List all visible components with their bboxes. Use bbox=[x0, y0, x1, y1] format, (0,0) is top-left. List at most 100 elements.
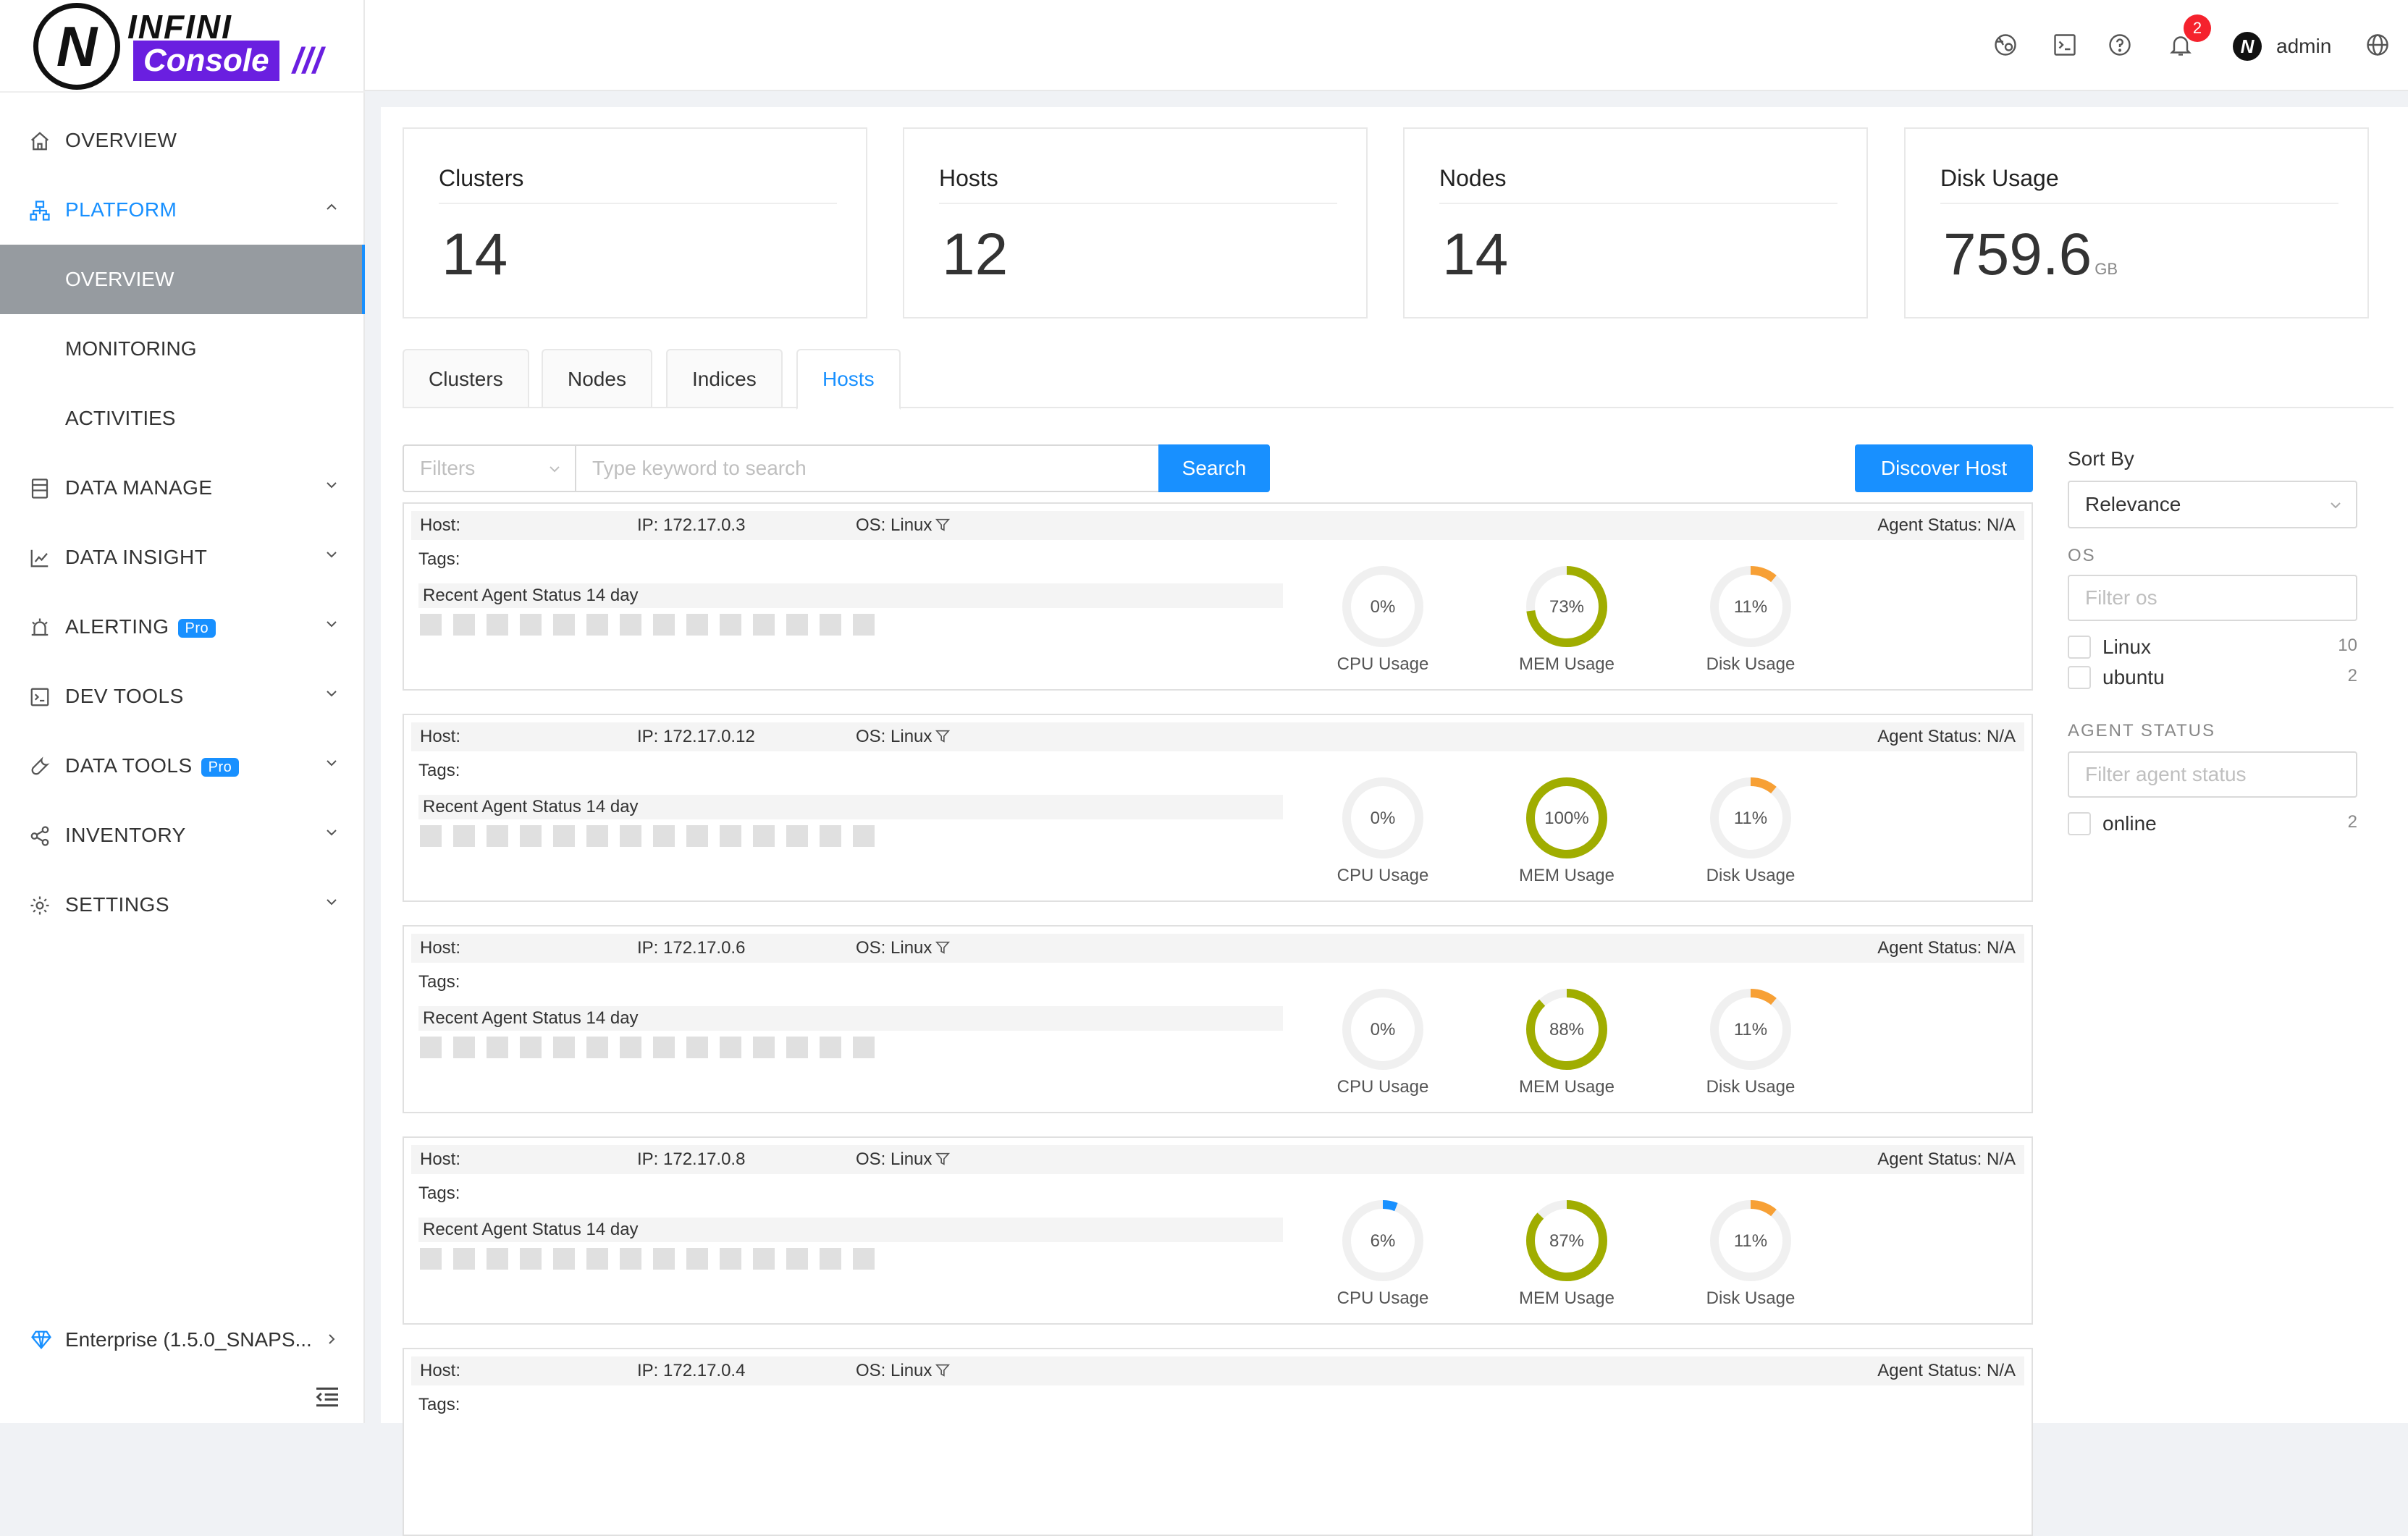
cpu-usage-gauge: 6% bbox=[1342, 1200, 1423, 1281]
console-icon[interactable] bbox=[2052, 32, 2078, 58]
sidebar-subitem-monitoring[interactable]: MONITORING bbox=[0, 314, 365, 384]
agent-status-day bbox=[686, 1037, 708, 1058]
sidebar-item-data-insight[interactable]: DATA INSIGHT bbox=[0, 523, 365, 592]
sidebar-subitem-overview[interactable]: OVERVIEW bbox=[0, 245, 365, 314]
disk-usage-label: Disk Usage bbox=[1706, 1288, 1796, 1308]
notification-count-badge: 2 bbox=[2184, 14, 2211, 42]
stat-value: 759.6 GB bbox=[1943, 221, 2118, 287]
agent-status-day bbox=[686, 1248, 708, 1270]
agent-status-day bbox=[487, 1248, 508, 1270]
sidebar-item-label: PLATFORM bbox=[65, 198, 177, 221]
sidebar-item-alerting[interactable]: ALERTING Pro bbox=[0, 592, 365, 662]
tab-clusters[interactable]: Clusters bbox=[403, 349, 529, 408]
sidebar-item-settings[interactable]: SETTINGS bbox=[0, 870, 365, 940]
sort-by-select[interactable]: Relevance bbox=[2068, 481, 2357, 528]
host-card[interactable]: Host: IP: 172.17.0.8 OS: Linux Agent Status… bbox=[403, 1136, 2033, 1325]
sidebar-item-overview[interactable]: OVERVIEW bbox=[0, 106, 365, 175]
tab-nodes[interactable]: Nodes bbox=[542, 349, 652, 408]
os-linux-checkbox[interactable] bbox=[2068, 636, 2091, 659]
sidebar-item-inventory[interactable]: INVENTORY bbox=[0, 801, 365, 870]
host-card[interactable]: Host: IP: 172.17.0.4 OS: Linux Agent Status… bbox=[403, 1348, 2033, 1536]
filter-icon[interactable] bbox=[935, 517, 951, 533]
host-name-label: Host: bbox=[420, 938, 461, 958]
os-linux-count: 10 bbox=[2338, 636, 2357, 655]
filter-icon[interactable] bbox=[935, 1151, 951, 1167]
host-name-label: Host: bbox=[420, 1149, 461, 1169]
stat-unit: GB bbox=[2095, 260, 2118, 278]
cpu-usage-label: CPU Usage bbox=[1336, 866, 1429, 885]
agent-status: Agent Status: N/A bbox=[1877, 515, 2016, 535]
agent-status: Agent Status: N/A bbox=[1877, 938, 2016, 958]
stat-title: Hosts bbox=[939, 161, 1337, 204]
agent-status-day bbox=[686, 825, 708, 847]
agent-online-checkbox[interactable] bbox=[2068, 812, 2091, 835]
filters-select[interactable]: Filters bbox=[403, 444, 576, 492]
agent-status-day bbox=[553, 1037, 575, 1058]
help-icon[interactable] bbox=[2107, 32, 2133, 58]
sidebar-item-label: INVENTORY bbox=[65, 824, 186, 846]
agent-status-day bbox=[520, 825, 542, 847]
agent-status-day bbox=[753, 1037, 775, 1058]
agent-status-day bbox=[720, 1248, 741, 1270]
sidebar-subitem-activities[interactable]: ACTIVITIES bbox=[0, 384, 365, 453]
tab-indices[interactable]: Indices bbox=[666, 349, 783, 408]
username[interactable]: admin bbox=[2276, 32, 2331, 61]
os-ubuntu-checkbox[interactable] bbox=[2068, 666, 2091, 689]
host-ip: IP: 172.17.0.4 bbox=[637, 1361, 746, 1380]
agent-status-day bbox=[520, 614, 542, 636]
agent-status-day bbox=[653, 614, 675, 636]
host-name-label: Host: bbox=[420, 727, 461, 746]
collapse-menu-icon[interactable] bbox=[311, 1383, 343, 1411]
search-button[interactable]: Search bbox=[1158, 444, 1270, 492]
language-globe-icon[interactable] bbox=[2365, 32, 2391, 58]
chevron-down-icon bbox=[327, 830, 337, 836]
agent-status-day bbox=[620, 1037, 641, 1058]
cpu-usage-label: CPU Usage bbox=[1336, 1077, 1429, 1097]
agent-status-day bbox=[853, 614, 875, 636]
sidebar-item-dev-tools[interactable]: DEV TOOLS bbox=[0, 662, 365, 731]
filter-icon[interactable] bbox=[935, 940, 951, 955]
chevron-up-icon bbox=[327, 203, 337, 210]
agent-status-day bbox=[786, 825, 808, 847]
disk-usage-label: Disk Usage bbox=[1706, 654, 1796, 674]
agent-status-filter-input[interactable] bbox=[2068, 751, 2357, 798]
host-header-bar: Host: IP: 172.17.0.6 OS: Linux Agent Status… bbox=[411, 934, 2024, 963]
logo[interactable]: N INFINI Console /// bbox=[33, 3, 337, 90]
main-content: Clusters 14 Hosts 12 Nodes 14 Disk Usage… bbox=[381, 107, 2408, 1536]
stat-title: Clusters bbox=[439, 161, 837, 204]
agent-status-day bbox=[420, 614, 442, 636]
agent-status-day bbox=[520, 1037, 542, 1058]
os-filter-input[interactable] bbox=[2068, 575, 2357, 621]
mem-usage-label: MEM Usage bbox=[1518, 1077, 1615, 1097]
sidebar-item-platform[interactable]: PLATFORM bbox=[0, 175, 365, 245]
agent-status-day bbox=[420, 825, 442, 847]
logo-word-console: Console bbox=[133, 41, 279, 81]
avatar[interactable]: N bbox=[2233, 32, 2262, 61]
sidebar-item-label: DEV TOOLS bbox=[65, 685, 184, 707]
agent-status-day bbox=[820, 825, 841, 847]
sidebar-item-data-tools[interactable]: DATA TOOLS Pro bbox=[0, 731, 365, 801]
mem-usage-gauge: 73% bbox=[1526, 566, 1607, 647]
host-os: OS: Linux bbox=[856, 511, 951, 540]
disk-usage-gauge: 11% bbox=[1710, 777, 1791, 858]
sidebar-item-label: ALERTING Pro bbox=[65, 592, 216, 662]
search-input[interactable] bbox=[575, 444, 1160, 492]
sidebar-item-label: OVERVIEW bbox=[65, 268, 174, 290]
filter-icon[interactable] bbox=[935, 1362, 951, 1378]
agent-status-day bbox=[786, 1248, 808, 1270]
enterprise-version[interactable]: Enterprise (1.5.0_SNAPS... bbox=[0, 1307, 365, 1372]
sort-by-label: Sort By bbox=[2068, 447, 2134, 470]
host-card[interactable]: Host: IP: 172.17.0.6 OS: Linux Agent Status… bbox=[403, 925, 2033, 1113]
agent-status-day bbox=[820, 1037, 841, 1058]
agent-status-day bbox=[653, 1037, 675, 1058]
sidebar-item-data-manage[interactable]: DATA MANAGE bbox=[0, 453, 365, 523]
discover-host-button[interactable]: Discover Host bbox=[1855, 444, 2033, 492]
cluster-switch-icon[interactable] bbox=[1992, 32, 2018, 58]
host-header-bar: Host: IP: 172.17.0.3 OS: Linux Agent Status… bbox=[411, 511, 2024, 540]
filter-icon[interactable] bbox=[935, 728, 951, 744]
chevron-down-icon bbox=[327, 899, 337, 906]
host-card[interactable]: Host: IP: 172.17.0.3 OS: Linux Agent Status… bbox=[403, 502, 2033, 691]
host-card[interactable]: Host: IP: 172.17.0.12 OS: Linux Agent Statu… bbox=[403, 714, 2033, 902]
agent-status-day bbox=[487, 614, 508, 636]
tab-hosts[interactable]: Hosts bbox=[796, 349, 901, 410]
